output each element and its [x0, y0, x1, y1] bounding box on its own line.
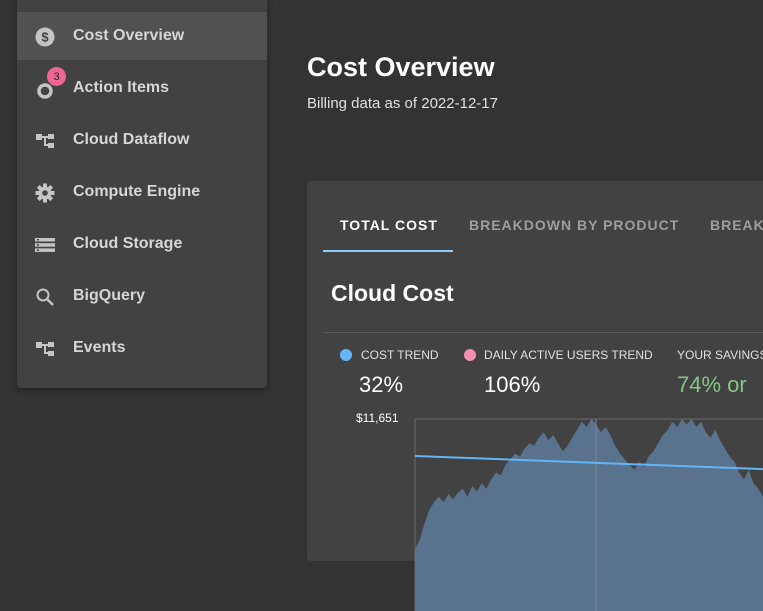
sidebar-item-compute-engine[interactable]: Compute Engine	[17, 168, 267, 216]
dau-trend-value: 106%	[484, 372, 541, 397]
sidebar-item-cloud-storage[interactable]: Cloud Storage	[17, 220, 267, 268]
svg-text:$: $	[41, 30, 49, 45]
sidebar-item-label: Cloud Storage	[73, 235, 183, 252]
sidebar-item-bigquery[interactable]: BigQuery	[17, 272, 267, 320]
sidebar-item-label: Events	[73, 339, 126, 356]
tab-breakdown-more[interactable]: BREAK	[710, 217, 763, 233]
cost-trend-value: 32%	[359, 372, 404, 397]
action-items-badge: 3	[47, 67, 66, 86]
tab-total-cost[interactable]: TOTAL COST	[340, 217, 438, 233]
sidebar-nav: $ Cost Overview Action Items Cloud Dataf…	[17, 0, 267, 388]
sidebar-item-cloud-dataflow[interactable]: Cloud Dataflow	[17, 116, 267, 164]
cost-trend-label: COST TREND	[361, 348, 439, 362]
page-subtitle: Billing data as of 2022-12-17	[307, 95, 498, 112]
sidebar-item-label: BigQuery	[73, 287, 146, 304]
savings-value: 74% or	[677, 372, 747, 397]
sidebar-item-label: Cloud Dataflow	[73, 131, 190, 148]
dataflow-icon	[34, 130, 56, 152]
sidebar-item-cost-overview[interactable]: $ Cost Overview	[17, 12, 267, 60]
sidebar-item-label: Cost Overview	[73, 27, 185, 44]
storage-icon	[34, 234, 56, 256]
sidebar-item-label: Compute Engine	[73, 183, 201, 200]
cost-trend-legend-dot	[340, 349, 352, 361]
page-title: Cost Overview	[307, 52, 495, 82]
search-icon	[34, 286, 56, 308]
events-icon	[34, 338, 56, 360]
gear-icon	[34, 182, 56, 204]
divider	[323, 332, 763, 333]
cost-area-series	[415, 419, 763, 611]
dau-trend-legend-dot	[464, 349, 476, 361]
savings-label: YOUR SAVINGS	[677, 348, 763, 362]
sidebar-item-label: Action Items	[73, 79, 170, 96]
cost-card: TOTAL COST BREAKDOWN BY PRODUCT BREAK Cl…	[307, 181, 763, 611]
cost-chart	[414, 418, 763, 611]
dau-trend-label: DAILY ACTIVE USERS TREND	[484, 348, 653, 362]
tab-breakdown-by-product[interactable]: BREAKDOWN BY PRODUCT	[469, 217, 679, 233]
sidebar-item-events[interactable]: Events	[17, 324, 267, 372]
card-title: Cloud Cost	[331, 280, 454, 306]
dollar-circle-icon: $	[34, 26, 56, 48]
active-tab-indicator	[323, 250, 453, 252]
